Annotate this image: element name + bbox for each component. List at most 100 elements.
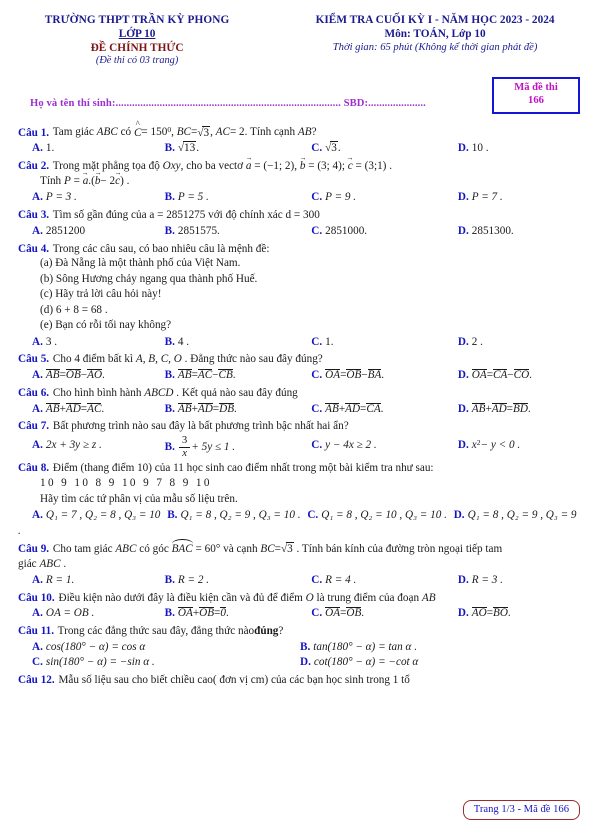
q6-option-c-v3: CA xyxy=(366,402,381,415)
q4-option-b[interactable]: B. 4 . xyxy=(165,335,312,350)
q6-option-b-v3: DB xyxy=(219,402,235,415)
question-5-label: Câu 5. xyxy=(18,353,50,366)
q4-option-a[interactable]: A. 3 . xyxy=(18,335,165,350)
q11-option-a[interactable]: A. cos(180° − α) = cos α xyxy=(18,640,300,655)
q9-option-a[interactable]: A. R = 1. xyxy=(18,573,165,588)
q7-option-d[interactable]: D. x2− y < 0 . xyxy=(458,435,582,459)
q3-option-a[interactable]: A. 2851200 xyxy=(18,224,165,239)
q9-option-d-value: R = 3 . xyxy=(471,573,503,586)
q1-sqrt3-radicand: 3 xyxy=(202,125,211,139)
q8-instruction: Hãy tìm các tứ phân vị của mẫu số liệu t… xyxy=(40,493,238,506)
q1-eq3: = 2. Tính cạnh xyxy=(229,126,296,139)
q3-option-c[interactable]: C. 2851000. xyxy=(311,224,458,239)
q5-option-d-v2: CA xyxy=(493,369,508,382)
q4-item-b: (b) Sông Hương chảy ngang qua thành phố … xyxy=(40,272,258,285)
q10-option-d[interactable]: D. AO=BO. xyxy=(458,606,582,621)
q6-option-d-end: . xyxy=(527,402,531,415)
q5-option-a[interactable]: A. AB=OB−AO. xyxy=(18,368,165,383)
q9-option-b-value: R = 2 . xyxy=(177,573,210,586)
question-9-options: A. R = 1. B. R = 2 . C. R = 4 . D. R = 3 . xyxy=(18,573,582,588)
q4-option-a-value: 3 . xyxy=(45,335,58,348)
q6-option-d[interactable]: D. AB+AD=BD. xyxy=(458,402,582,417)
q10-text-1: Điều kiện nào dưới đây là điều kiện cần … xyxy=(58,591,303,604)
q3-option-b[interactable]: B. 2851575. xyxy=(165,224,312,239)
q7-option-a[interactable]: A. 2x + 3y ≥ z . xyxy=(18,435,165,459)
q2-line2-pre: Tính xyxy=(40,174,62,187)
header-right-block: KIỂM TRA CUỐI KỲ I - NĂM HỌC 2023 - 2024… xyxy=(274,14,596,68)
q6-option-d-v1: AB xyxy=(471,402,486,415)
q4-option-d[interactable]: D. 2 . xyxy=(458,335,582,350)
question-6-stem: Câu 6. Cho hình bình hành ABCD . Kết quả… xyxy=(18,386,582,401)
q2-option-d[interactable]: D. P = 7 . xyxy=(458,190,582,205)
q1-option-d-key: D. xyxy=(457,142,469,155)
question-2-options: A. P = 3 . B. P = 5 . C. P = 9 . D. P = 7 . xyxy=(18,190,582,205)
q10-option-a-value: OA = OB . xyxy=(45,607,95,620)
q1-option-c-radicand: 3 xyxy=(330,141,338,155)
document-header: TRƯỜNG THPT TRẦN KỲ PHONG LỚP 10 ĐỀ CHÍN… xyxy=(0,0,596,68)
q2-option-c[interactable]: C. P = 9 . xyxy=(311,190,458,205)
q9-option-b[interactable]: B. R = 2 . xyxy=(165,573,312,588)
q6-option-a[interactable]: A. AB+AD=AC. xyxy=(18,402,165,417)
q5-option-b[interactable]: B. AB=AC−CB. xyxy=(165,368,312,383)
q6-option-c[interactable]: C. AB+AD=CA. xyxy=(311,402,458,417)
q1-eq1: = 150 xyxy=(141,126,168,139)
q11-option-c[interactable]: C. sin(180° − α) = −sin α . xyxy=(18,655,300,670)
q10-point-o: O xyxy=(305,591,314,604)
q3-text: Tìm số gần đúng của a = 2851275 với độ c… xyxy=(52,209,320,222)
q9-abc: ABC xyxy=(115,543,137,556)
q1-option-d[interactable]: D. 10 . xyxy=(458,141,582,156)
q2-option-a[interactable]: A. P = 3 . xyxy=(18,190,165,205)
q9-text-1: Cho tam giác xyxy=(52,543,113,556)
candidate-name-field[interactable]: Họ và tên thí sinh:.....................… xyxy=(30,98,426,109)
q1-option-a[interactable]: A. 1. xyxy=(18,141,165,156)
q1-option-c[interactable]: C. √3. xyxy=(311,141,458,156)
q11-option-b[interactable]: B. tan(180° − α) = tan α . xyxy=(300,640,582,655)
q3-option-d-key: D. xyxy=(457,224,469,237)
q10-option-c-key: C. xyxy=(311,607,323,620)
q7-frac-denominator: x xyxy=(182,446,187,459)
q6-text-1: Cho hình bình hành xyxy=(52,386,142,399)
q9-option-d[interactable]: D. R = 3 . xyxy=(458,573,582,588)
q10-option-b[interactable]: B. OA+OB=0. xyxy=(165,606,312,621)
q5-option-d[interactable]: D. OA=CA−CO. xyxy=(458,368,582,383)
q7-option-c[interactable]: C. y − 4x ≥ 2 . xyxy=(311,435,458,459)
q5-option-c-key: C. xyxy=(311,369,323,382)
q1-text-a: Tam giác xyxy=(52,126,94,139)
q8-option-c[interactable]: C. Q₁ = 8 , Q₂ = 10 , Q₃ = 10 . xyxy=(307,509,447,521)
q11-option-d[interactable]: D. cot(180° − α) = −cot α xyxy=(300,655,582,670)
q3-option-d[interactable]: D. 2851300. xyxy=(458,224,582,239)
q10-option-c[interactable]: C. OA=OB. xyxy=(311,606,458,621)
question-11: Câu 11. Trong các đẳng thức sau đây, đẳn… xyxy=(18,624,582,670)
q8-option-a[interactable]: A. Q₁ = 7 , Q₂ = 8 , Q₃ = 10 xyxy=(32,509,160,521)
question-9-stem: Câu 9. Cho tam giác ABC có góc BAC = 60°… xyxy=(18,539,503,556)
q9-bc: BC xyxy=(260,543,275,556)
q1-option-c-tail: . xyxy=(337,142,341,155)
q10-option-b-v1: OA xyxy=(177,607,193,620)
q2-vector-b: b xyxy=(300,159,306,174)
q2-p-vector-a: a xyxy=(83,174,89,189)
q8-option-b[interactable]: B. Q₁ = 8 , Q₂ = 9 , Q₃ = 10 . xyxy=(167,509,300,521)
q2-option-b[interactable]: B. P = 5 . xyxy=(165,190,312,205)
q4-item-e: (e) Bạn có rỗi tối nay không? xyxy=(40,319,172,332)
q9-line2-1: giác xyxy=(18,558,37,571)
q6-option-b[interactable]: B. AB+AD=DB. xyxy=(165,402,312,417)
q5-option-c[interactable]: C. OA=OB−BA. xyxy=(311,368,458,383)
q1-ab: AB xyxy=(297,126,312,139)
q10-option-a[interactable]: A. OA = OB . xyxy=(18,606,165,621)
q4-option-a-key: A. xyxy=(32,335,43,348)
q7-option-b[interactable]: B. 3 x + 5y ≤ 1 . xyxy=(164,434,312,459)
q9-option-a-value: R = 1. xyxy=(45,573,75,586)
q4-option-c[interactable]: C. 1. xyxy=(311,335,458,350)
q10-option-b-end: . xyxy=(225,607,229,620)
q9-option-c[interactable]: C. R = 4 . xyxy=(311,573,458,588)
q2-vector-a: a xyxy=(246,159,252,174)
q4-item-c: (c) Hãy trả lời câu hỏi này! xyxy=(40,288,162,301)
q7-option-b-key: B. xyxy=(164,441,175,453)
q2-c-value: = (3;1) . xyxy=(355,160,392,173)
q6-option-b-end: . xyxy=(234,402,237,415)
q1-option-b[interactable]: B. √13. xyxy=(165,141,312,156)
question-11-label: Câu 11. xyxy=(18,625,55,638)
q1-option-d-value: 10 . xyxy=(471,142,489,155)
q8-option-d-key: D. xyxy=(453,509,465,522)
q10-option-d-v2: BO xyxy=(493,607,508,620)
